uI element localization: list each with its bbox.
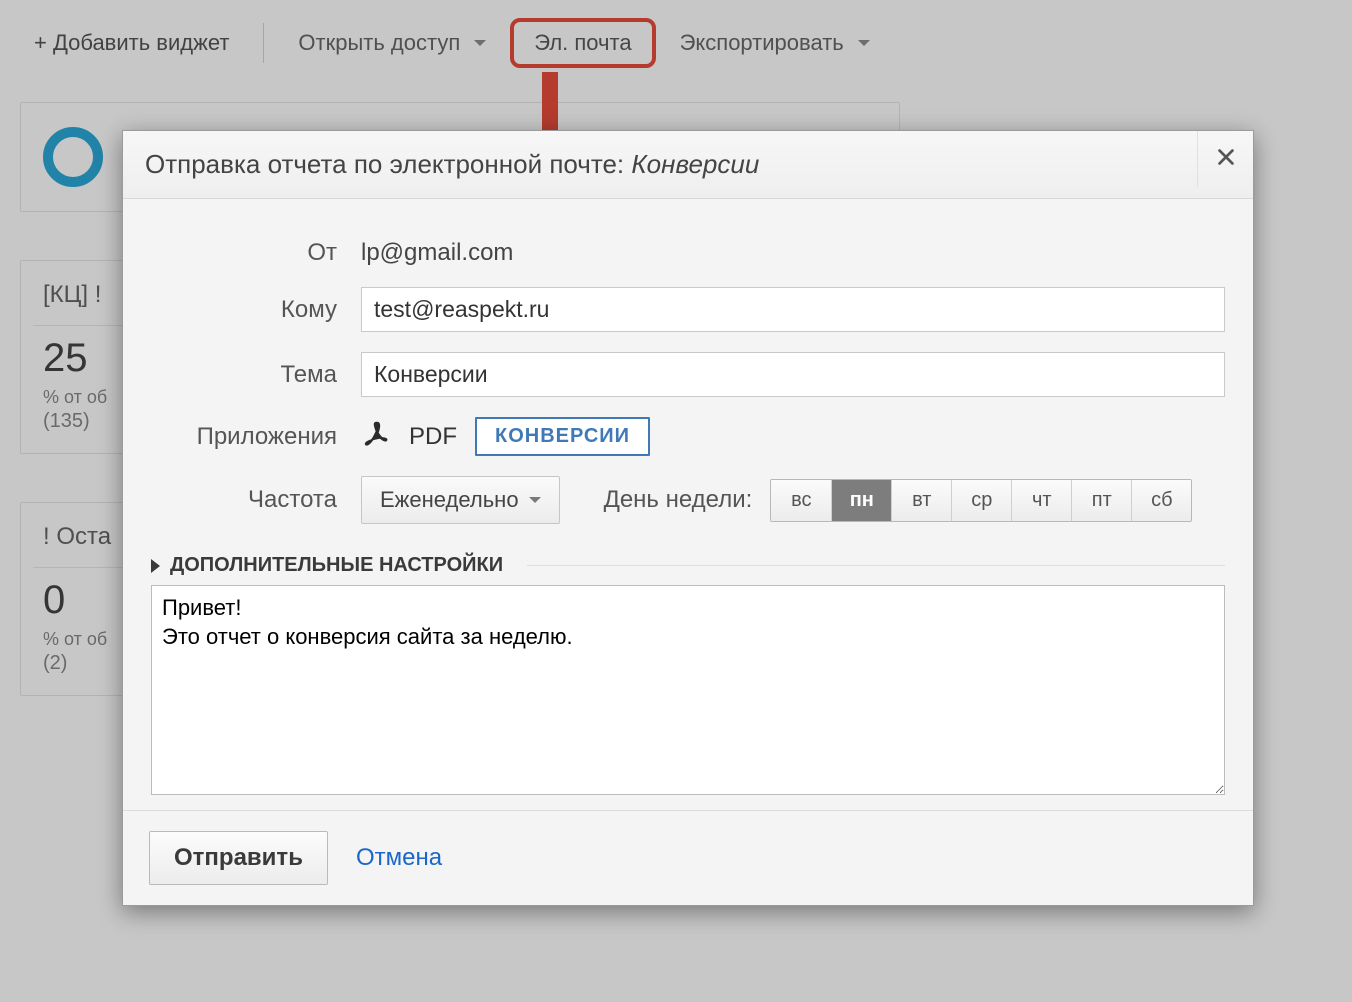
advanced-settings-toggle[interactable]: ДОПОЛНИТЕЛЬНЫЕ НАСТРОЙКИ [151,554,1225,577]
day-option-пт[interactable]: пт [1071,480,1131,521]
row-subject: Тема [151,352,1225,397]
label-day-of-week: День недели: [604,486,753,514]
day-option-сб[interactable]: сб [1131,480,1191,521]
row-to: Кому [151,287,1225,332]
modal-body: От lp@gmail.com Кому Тема Приложения PDF… [123,199,1253,810]
modal-title-report: Конверсии [631,149,759,179]
day-option-вс[interactable]: вс [771,480,831,521]
divider [527,565,1225,566]
close-icon [1215,142,1237,176]
attachment-format: PDF [409,423,457,451]
message-textarea[interactable] [151,585,1225,795]
label-to: Кому [151,296,361,324]
frequency-value: Еженедельно [380,487,519,513]
label-from: От [151,239,361,267]
modal-footer: Отправить Отмена [123,810,1253,905]
row-frequency: Частота Еженедельно День недели: вспнвтс… [151,476,1225,524]
cancel-link[interactable]: Отмена [356,844,442,872]
email-report-modal: Отправка отчета по электронной почте: Ко… [122,130,1254,906]
day-option-вт[interactable]: вт [891,480,951,521]
subject-input[interactable] [361,352,1225,397]
caret-right-icon [151,559,160,573]
advanced-settings-label: ДОПОЛНИТЕЛЬНЫЕ НАСТРОЙКИ [170,554,503,577]
modal-title: Отправка отчета по электронной почте: Ко… [145,149,759,180]
row-from: От lp@gmail.com [151,239,1225,267]
day-option-ср[interactable]: ср [951,480,1011,521]
day-of-week-group: вспнвтсрчтптсб [770,479,1192,522]
send-button[interactable]: Отправить [149,831,328,885]
day-option-пн[interactable]: пн [831,480,891,521]
label-attachments: Приложения [151,423,361,451]
modal-title-prefix: Отправка отчета по электронной почте: [145,149,631,179]
day-option-чт[interactable]: чт [1011,480,1071,521]
to-input[interactable] [361,287,1225,332]
attachment-chip[interactable]: КОНВЕРСИИ [475,417,650,456]
pdf-icon [361,418,391,455]
label-subject: Тема [151,361,361,389]
row-attachments: Приложения PDF КОНВЕРСИИ [151,417,1225,456]
modal-header: Отправка отчета по электронной почте: Ко… [123,131,1253,199]
close-button[interactable] [1197,131,1253,187]
label-frequency: Частота [151,486,361,514]
frequency-select[interactable]: Еженедельно [361,476,560,524]
value-from: lp@gmail.com [361,239,1225,267]
